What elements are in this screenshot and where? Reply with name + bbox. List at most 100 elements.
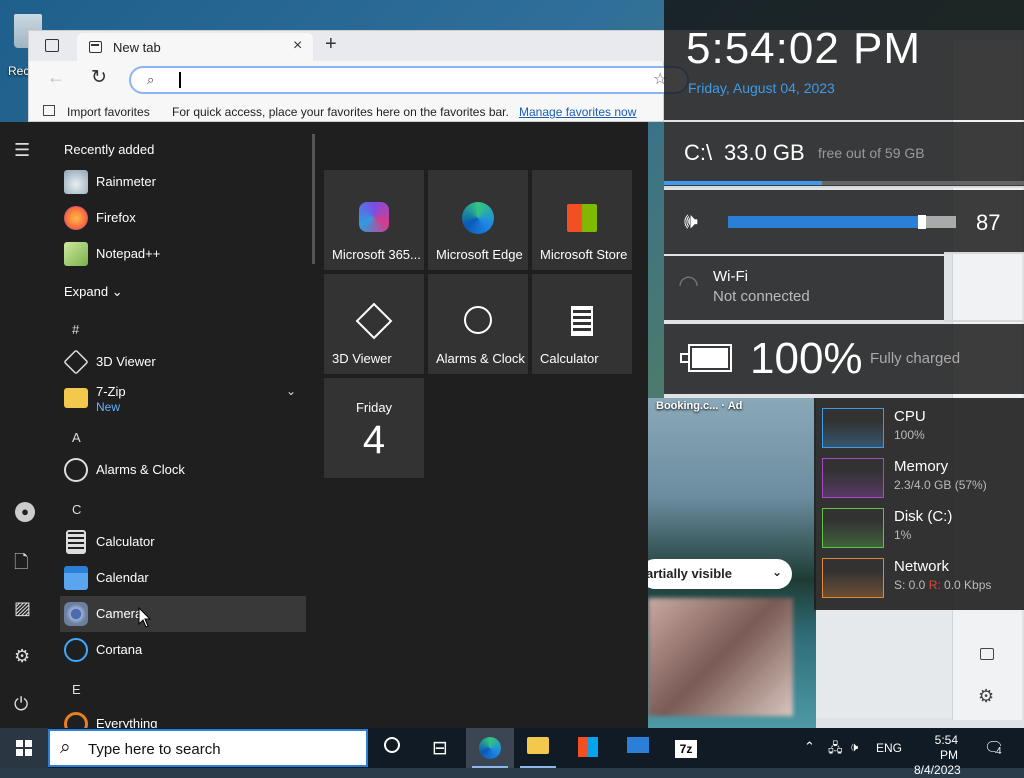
disk-drive-label: C:\ [684, 140, 713, 165]
letter-header-a[interactable]: A [72, 430, 81, 445]
app-cortana[interactable]: Cortana [60, 632, 306, 668]
tile-microsoft-edge[interactable]: Microsoft Edge [428, 170, 528, 270]
app-calculator[interactable]: Calculator [60, 524, 306, 560]
divider [664, 186, 1024, 188]
manage-favorites-link[interactable]: Manage favorites now [519, 105, 636, 119]
app-alarms-clock[interactable]: Alarms & Clock [60, 452, 306, 488]
notification-count: 4 [996, 746, 1002, 757]
network-graph [822, 558, 884, 598]
app-label: 3D Viewer [96, 354, 156, 369]
settings-icon[interactable]: ⚙ [14, 646, 30, 667]
settings-gear-icon[interactable]: ⚙ [978, 686, 994, 707]
taskbar-7zip[interactable]: 7z [662, 728, 710, 768]
app-camera[interactable]: Camera [60, 596, 306, 632]
speaker-icon[interactable]: 🕪 [684, 208, 698, 234]
app-3d-viewer[interactable]: 3D Viewer [60, 344, 306, 380]
date-tile-day: Friday [355, 400, 393, 415]
taskbar-edge[interactable] [466, 728, 514, 768]
calendar-icon [64, 566, 88, 590]
back-button[interactable]: ← [47, 67, 65, 88]
pictures-icon[interactable]: ▨ [14, 598, 31, 619]
taskbar-store[interactable] [564, 728, 612, 768]
task-view-button[interactable]: ⊟ [416, 728, 464, 768]
app-calendar[interactable]: Calendar [60, 560, 306, 596]
network-icon[interactable]: 🖧 [828, 739, 843, 761]
app-label: Notepad++ [96, 246, 161, 261]
recycle-bin-label: Rec [8, 64, 30, 78]
refresh-button[interactable]: ↻ [91, 66, 107, 89]
resource-row-disk: Disk (C:) 1% [814, 498, 1024, 548]
resource-name: Network [894, 558, 950, 575]
app-rainmeter[interactable]: Rainmeter [60, 164, 306, 200]
cpu-graph [822, 408, 884, 448]
partially-visible-dropdown[interactable]: artially visible ⌄ [640, 559, 792, 589]
app-label: Everything [96, 716, 158, 728]
address-bar[interactable]: ⌕ ☆ [129, 66, 689, 94]
resource-value: 1% [894, 528, 912, 542]
app-7zip-folder[interactable]: 7-Zip New ⌄ [60, 380, 306, 420]
power-icon[interactable]: ⏻ [14, 694, 28, 715]
tab-actions-icon[interactable] [45, 39, 59, 52]
new-tab-button[interactable]: + [325, 33, 337, 56]
system-tray: ⌃ 🖧 🕩 ENG 5:54 PM 8/4/2023 🗨 4 [800, 728, 1024, 777]
letter-header-c[interactable]: C [72, 502, 81, 517]
tile-microsoft-365[interactable]: Microsoft 365... [324, 170, 424, 270]
app-label: Rainmeter [96, 174, 156, 189]
wifi-name: Wi-Fi [713, 268, 748, 285]
speaker-icon[interactable]: 🕩 [850, 739, 858, 755]
search-placeholder: Type here to search [88, 741, 221, 758]
documents-icon[interactable]: 🗋 [14, 550, 28, 580]
search-icon: ⌕ [60, 737, 71, 758]
chevron-up-icon[interactable]: ⌃ [804, 739, 815, 755]
sidebar-toggle-icon[interactable] [980, 648, 994, 660]
resource-value: S: 0.0 R: 0.0 Kbps [894, 578, 992, 592]
letter-header-e[interactable]: E [72, 682, 81, 697]
store-icon [567, 204, 597, 232]
tile-alarms-clock[interactable]: Alarms & Clock [428, 274, 528, 374]
language-indicator[interactable]: ENG [876, 741, 902, 755]
cube-icon [355, 302, 393, 340]
clock-time: 5:54:02 PM [686, 24, 922, 73]
alarm-icon [464, 306, 492, 334]
resource-name: Memory [894, 458, 949, 475]
resource-monitor-widget: CPU 100% Memory 2.3/4.0 GB (57%) Disk (C… [814, 398, 1024, 610]
taskbar-clock[interactable]: 5:54 PM 8/4/2023 [914, 733, 961, 778]
start-button[interactable] [0, 728, 48, 768]
user-account-icon[interactable]: ● [15, 502, 35, 522]
tile-label: Microsoft Edge [436, 247, 523, 262]
chevron-down-icon[interactable]: ⌄ [286, 384, 296, 398]
expand-button[interactable]: Expand ⌄ [64, 284, 123, 300]
taskbar-file-explorer[interactable] [514, 728, 562, 768]
hamburger-menu-icon[interactable]: ☰ [14, 140, 30, 161]
tile-label: Microsoft Store [540, 247, 628, 262]
battery-percentage: 100% [750, 334, 863, 383]
everything-icon [64, 712, 88, 728]
tile-microsoft-store[interactable]: Microsoft Store [532, 170, 632, 270]
app-list: Recently added Rainmeter Firefox Notepad… [50, 122, 316, 728]
notepad-plus-plus-icon [64, 242, 88, 266]
disk-graph [822, 508, 884, 548]
tile-calculator[interactable]: Calculator [532, 274, 632, 374]
news-thumbnail[interactable] [648, 598, 793, 716]
tile-3d-viewer[interactable]: 3D Viewer [324, 274, 424, 374]
tab-favicon-icon [89, 41, 102, 53]
import-favorites-button[interactable]: Import favorites [67, 105, 150, 119]
tile-label: 3D Viewer [332, 351, 392, 366]
letter-header-hash[interactable]: # [72, 322, 79, 337]
tab-close-icon[interactable]: × [293, 37, 302, 55]
cortana-icon [384, 737, 400, 753]
volume-slider[interactable] [728, 215, 956, 229]
app-list-scrollbar[interactable] [312, 134, 315, 264]
tile-calendar-date[interactable]: Friday 4 [324, 378, 424, 478]
recently-added-header: Recently added [64, 142, 155, 157]
calculator-icon [571, 306, 593, 336]
taskbar-search-box[interactable]: ⌕ Type here to search [48, 729, 368, 767]
resource-row-cpu: CPU 100% [814, 398, 1024, 448]
tab-new-tab[interactable]: New tab × [77, 33, 313, 61]
taskbar-mail[interactable] [614, 728, 662, 768]
app-notepad-plus-plus[interactable]: Notepad++ [60, 236, 306, 272]
app-firefox[interactable]: Firefox [60, 200, 306, 236]
app-everything[interactable]: Everything [60, 706, 306, 728]
cortana-button[interactable] [368, 728, 416, 768]
battery-status: Fully charged [870, 350, 961, 367]
